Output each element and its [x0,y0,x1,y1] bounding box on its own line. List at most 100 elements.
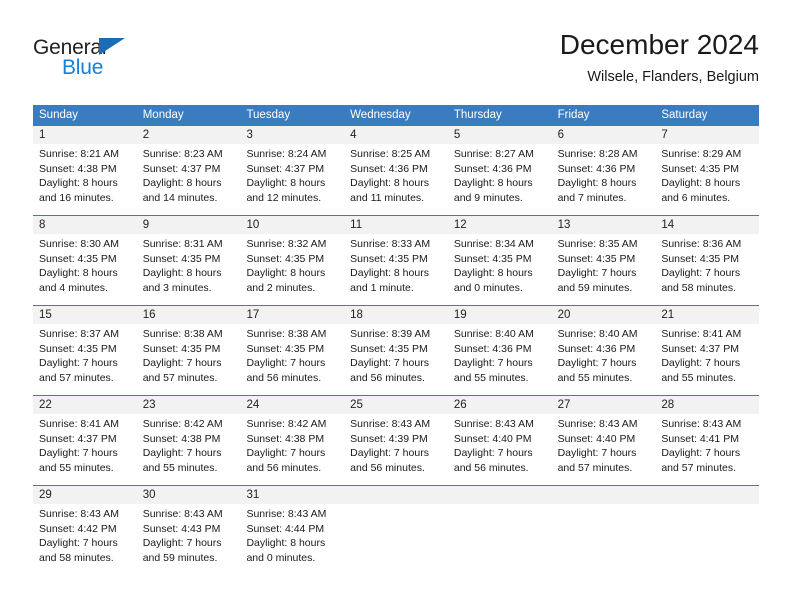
daylight-text-line2: and 7 minutes. [557,191,627,204]
sunset-text: Sunset: 4:36 PM [453,162,532,175]
day-cell[interactable]: 29 Sunrise: 8:43 AM Sunset: 4:42 PM Dayl… [33,486,137,575]
day-cell[interactable]: 10 Sunrise: 8:32 AM Sunset: 4:35 PM Dayl… [240,216,345,305]
day-cell[interactable]: 28 Sunrise: 8:43 AM Sunset: 4:41 PM Dayl… [655,396,760,485]
sunrise-text: Sunrise: 8:40 AM [557,328,638,340]
daylight-text-line1: Daylight: 7 hours [142,357,222,370]
day-cell[interactable]: 27 Sunrise: 8:43 AM Sunset: 4:40 PM Dayl… [551,396,656,485]
day-cell[interactable]: 15 Sunrise: 8:37 AM Sunset: 4:35 PM Dayl… [33,306,137,395]
daylight-text-line1: Daylight: 8 hours [39,177,118,190]
week-row: 15 Sunrise: 8:37 AM Sunset: 4:35 PM Dayl… [33,305,760,395]
day-cell[interactable]: 11 Sunrise: 8:33 AM Sunset: 4:35 PM Dayl… [344,216,448,305]
sunrise-text: Sunrise: 8:43 AM [142,508,223,520]
day-cell[interactable]: 20 Sunrise: 8:40 AM Sunset: 4:36 PM Dayl… [551,306,656,395]
day-number-band: 26 [447,396,552,414]
daylight-text-line1: Daylight: 7 hours [39,537,118,550]
day-cell[interactable]: 6 Sunrise: 8:28 AM Sunset: 4:36 PM Dayli… [551,126,656,215]
day-cell-empty [551,486,656,575]
day-number-band: 22 [33,396,137,414]
daylight-text-line1: Daylight: 8 hours [142,177,222,190]
daylight-text-line1: Daylight: 7 hours [557,267,637,280]
day-number: 23 [142,399,156,411]
day-cell[interactable]: 2 Sunrise: 8:23 AM Sunset: 4:37 PM Dayli… [136,126,241,215]
daylight-text-line2: and 12 minutes. [246,191,322,204]
calendar-grid: Sunday Monday Tuesday Wednesday Thursday… [33,105,760,575]
day-number: 10 [246,219,260,231]
daylight-text-line2: and 56 minutes. [453,461,529,474]
day-number-band [447,486,552,504]
day-cell[interactable]: 3 Sunrise: 8:24 AM Sunset: 4:37 PM Dayli… [240,126,345,215]
day-cell[interactable]: 23 Sunrise: 8:42 AM Sunset: 4:38 PM Dayl… [136,396,241,485]
day-number-band: 16 [136,306,241,324]
sunset-text: Sunset: 4:38 PM [246,432,325,445]
weekday-friday: Friday [557,109,590,121]
day-number-band: 2 [136,126,241,144]
sunset-text: Sunset: 4:35 PM [350,342,428,355]
day-number-band: 5 [447,126,552,144]
day-cell[interactable]: 21 Sunrise: 8:41 AM Sunset: 4:37 PM Dayl… [655,306,760,395]
daylight-text-line2: and 9 minutes. [453,191,523,204]
day-info: Sunrise: 8:30 AM Sunset: 4:35 PM Dayligh… [33,234,137,295]
sunrise-text: Sunrise: 8:41 AM [39,418,119,430]
sunset-text: Sunset: 4:35 PM [661,252,739,265]
daylight-text-line2: and 2 minutes. [246,281,316,294]
sunrise-text: Sunrise: 8:29 AM [661,148,742,160]
sunrise-text: Sunrise: 8:30 AM [39,238,119,250]
day-cell[interactable]: 9 Sunrise: 8:31 AM Sunset: 4:35 PM Dayli… [136,216,241,305]
week-row: 8 Sunrise: 8:30 AM Sunset: 4:35 PM Dayli… [33,215,760,305]
day-cell[interactable]: 4 Sunrise: 8:25 AM Sunset: 4:36 PM Dayli… [344,126,448,215]
sunrise-text: Sunrise: 8:28 AM [557,148,638,160]
daylight-text-line2: and 55 minutes. [661,371,737,384]
daylight-text-line2: and 55 minutes. [453,371,529,384]
day-cell[interactable]: 1 Sunrise: 8:21 AM Sunset: 4:38 PM Dayli… [33,126,137,215]
day-number: 31 [246,489,260,501]
day-cell[interactable]: 16 Sunrise: 8:38 AM Sunset: 4:35 PM Dayl… [136,306,241,395]
sunset-text: Sunset: 4:37 PM [246,162,325,175]
sunset-text: Sunset: 4:35 PM [142,252,221,265]
day-cell[interactable]: 19 Sunrise: 8:40 AM Sunset: 4:36 PM Dayl… [447,306,552,395]
day-cell[interactable]: 13 Sunrise: 8:35 AM Sunset: 4:35 PM Dayl… [551,216,656,305]
weekday-wednesday: Wednesday [350,109,411,121]
daylight-text-line1: Daylight: 7 hours [453,447,533,460]
day-number: 14 [661,219,675,231]
day-cell[interactable]: 5 Sunrise: 8:27 AM Sunset: 4:36 PM Dayli… [447,126,552,215]
daylight-text-line2: and 56 minutes. [246,461,322,474]
day-number-band [551,486,656,504]
day-info: Sunrise: 8:43 AM Sunset: 4:43 PM Dayligh… [137,504,241,565]
day-cell[interactable]: 24 Sunrise: 8:42 AM Sunset: 4:38 PM Dayl… [240,396,345,485]
day-number: 21 [661,309,675,321]
day-info: Sunrise: 8:35 AM Sunset: 4:35 PM Dayligh… [552,234,656,295]
day-info: Sunrise: 8:34 AM Sunset: 4:35 PM Dayligh… [448,234,552,295]
day-cell[interactable]: 18 Sunrise: 8:39 AM Sunset: 4:35 PM Dayl… [344,306,448,395]
day-cell[interactable]: 14 Sunrise: 8:36 AM Sunset: 4:35 PM Dayl… [655,216,760,305]
day-cell[interactable]: 8 Sunrise: 8:30 AM Sunset: 4:35 PM Dayli… [33,216,137,305]
sunset-text: Sunset: 4:36 PM [453,342,532,355]
day-cell[interactable]: 22 Sunrise: 8:41 AM Sunset: 4:37 PM Dayl… [33,396,137,485]
day-cell[interactable]: 31 Sunrise: 8:43 AM Sunset: 4:44 PM Dayl… [240,486,345,575]
sunrise-text: Sunrise: 8:38 AM [246,328,327,340]
day-number: 24 [246,399,260,411]
daylight-text-line2: and 0 minutes. [246,551,316,564]
day-cell[interactable]: 12 Sunrise: 8:34 AM Sunset: 4:35 PM Dayl… [447,216,552,305]
day-number: 16 [142,309,156,321]
day-cell[interactable]: 7 Sunrise: 8:29 AM Sunset: 4:35 PM Dayli… [655,126,760,215]
day-number-band: 21 [655,306,760,324]
day-number-band: 25 [344,396,448,414]
day-info: Sunrise: 8:27 AM Sunset: 4:36 PM Dayligh… [448,144,552,205]
day-number: 26 [453,399,467,411]
daylight-text-line1: Daylight: 8 hours [142,267,222,280]
day-cell[interactable]: 26 Sunrise: 8:43 AM Sunset: 4:40 PM Dayl… [447,396,552,485]
daylight-text-line2: and 57 minutes. [661,461,737,474]
daylight-text-line1: Daylight: 7 hours [246,447,326,460]
sunset-text: Sunset: 4:37 PM [661,342,739,355]
day-cell[interactable]: 30 Sunrise: 8:43 AM Sunset: 4:43 PM Dayl… [136,486,241,575]
general-blue-logo[interactable]: General Blue [33,36,163,84]
day-number: 8 [39,219,46,231]
day-cell[interactable]: 17 Sunrise: 8:38 AM Sunset: 4:35 PM Dayl… [240,306,345,395]
day-info [344,504,448,507]
daylight-text-line2: and 16 minutes. [39,191,114,204]
day-number: 2 [142,129,150,141]
daylight-text-line1: Daylight: 7 hours [246,357,326,370]
daylight-text-line1: Daylight: 7 hours [142,537,222,550]
day-cell[interactable]: 25 Sunrise: 8:43 AM Sunset: 4:39 PM Dayl… [344,396,448,485]
sunset-text: Sunset: 4:37 PM [39,432,117,445]
